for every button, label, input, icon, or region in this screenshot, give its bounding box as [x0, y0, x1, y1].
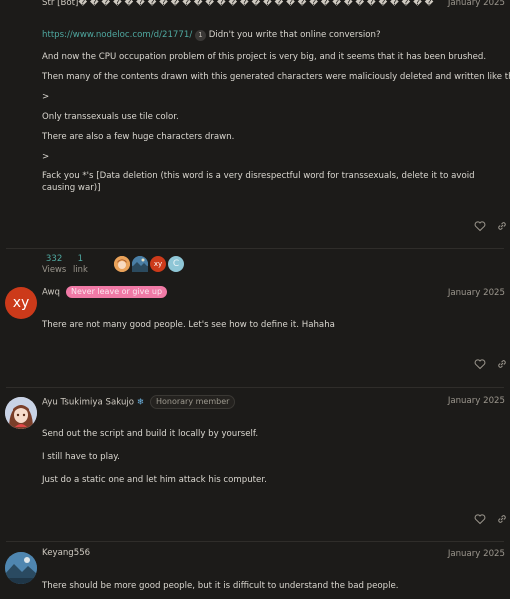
landscape-avatar-icon — [5, 552, 37, 584]
post-author[interactable]: Ayu Tsukimiya Sakujo — [42, 398, 134, 408]
links-label: link — [73, 264, 88, 274]
post-paragraph: There are not many good people. Let's se… — [42, 320, 335, 330]
like-heart-icon[interactable] — [474, 220, 486, 232]
post-paragraph: Then many of the contents drawn with thi… — [42, 72, 510, 82]
views-count: 332 — [45, 254, 63, 264]
anime-avatar-icon — [114, 256, 130, 272]
snowflake-icon: ❄ — [136, 397, 144, 408]
post-author[interactable]: Awq — [42, 288, 60, 298]
blockquote-marker: > — [42, 152, 50, 162]
post-paragraph: Just do a static one and let him attack … — [42, 475, 267, 485]
user-title-badge: Honorary member — [149, 395, 236, 409]
post-2: xy Awq Never leave or give up January 202… — [0, 280, 510, 386]
views-stat: 332 Views — [42, 254, 66, 274]
post-line: https://www.nodeloc.com/d/21771/ 1 Didn'… — [42, 29, 500, 41]
post-date[interactable]: January 2025 — [448, 549, 505, 559]
links-stat[interactable]: 1 link — [73, 254, 88, 274]
copy-link-icon[interactable] — [496, 220, 508, 232]
like-heart-icon[interactable] — [474, 513, 486, 525]
post-date[interactable]: January 2025 — [448, 288, 505, 298]
post-paragraph: There should be more good people, but it… — [42, 581, 399, 591]
anime-girl-avatar-icon — [5, 397, 37, 429]
post-date[interactable]: January 2025 — [448, 396, 505, 406]
blockquote-marker: > — [42, 92, 50, 102]
post-author[interactable]: Str [Bot]� � � � � � � � � � � � � � � �… — [42, 0, 433, 8]
post-author-line: Ayu Tsukimiya Sakujo ❄ Honorary member — [42, 395, 236, 409]
post-author[interactable]: Keyang556 — [42, 548, 90, 558]
avatar[interactable]: xy — [5, 287, 37, 319]
post-divider — [6, 248, 504, 249]
participant-avatar[interactable] — [132, 256, 148, 272]
post-author-line: Awq Never leave or give up — [42, 286, 168, 298]
views-label: Views — [42, 264, 67, 274]
post-1: Str [Bot]� � � � � � � � � � � � � � � �… — [0, 0, 510, 248]
post-paragraph: There are also a few huge characters dra… — [42, 132, 235, 142]
landscape-avatar-icon — [132, 256, 148, 272]
post-paragraph: I still have to play. — [42, 452, 120, 462]
copy-link-icon[interactable] — [496, 358, 508, 370]
post-text: Didn't you write that online conversion? — [208, 30, 381, 40]
post-paragraph: And now the CPU occupation problem of th… — [42, 52, 487, 62]
copy-link-icon[interactable] — [496, 513, 508, 525]
participant-avatar[interactable] — [114, 256, 130, 272]
participant-avatar[interactable]: xy — [150, 256, 166, 272]
links-count: 1 — [77, 254, 84, 264]
post-4: Keyang556 January 2025 There should be m… — [0, 542, 510, 599]
participant-avatar[interactable]: C — [168, 256, 184, 272]
post-date[interactable]: January 2025 — [448, 0, 505, 8]
external-link[interactable]: https://www.nodeloc.com/d/21771/ — [42, 30, 192, 40]
post-paragraph: Send out the script and build it locally… — [42, 429, 259, 439]
post-3: Ayu Tsukimiya Sakujo ❄ Honorary member Ja… — [0, 388, 510, 540]
avatar[interactable] — [5, 397, 37, 429]
post-paragraph: Only transsexuals use tile color. — [42, 112, 179, 122]
link-click-count: 1 — [194, 30, 206, 41]
avatar[interactable] — [5, 552, 37, 584]
like-heart-icon[interactable] — [474, 358, 486, 370]
user-flair-badge: Never leave or give up — [66, 286, 168, 298]
post-paragraph: Fack you *'s [Data deletion (this word i… — [42, 171, 475, 193]
